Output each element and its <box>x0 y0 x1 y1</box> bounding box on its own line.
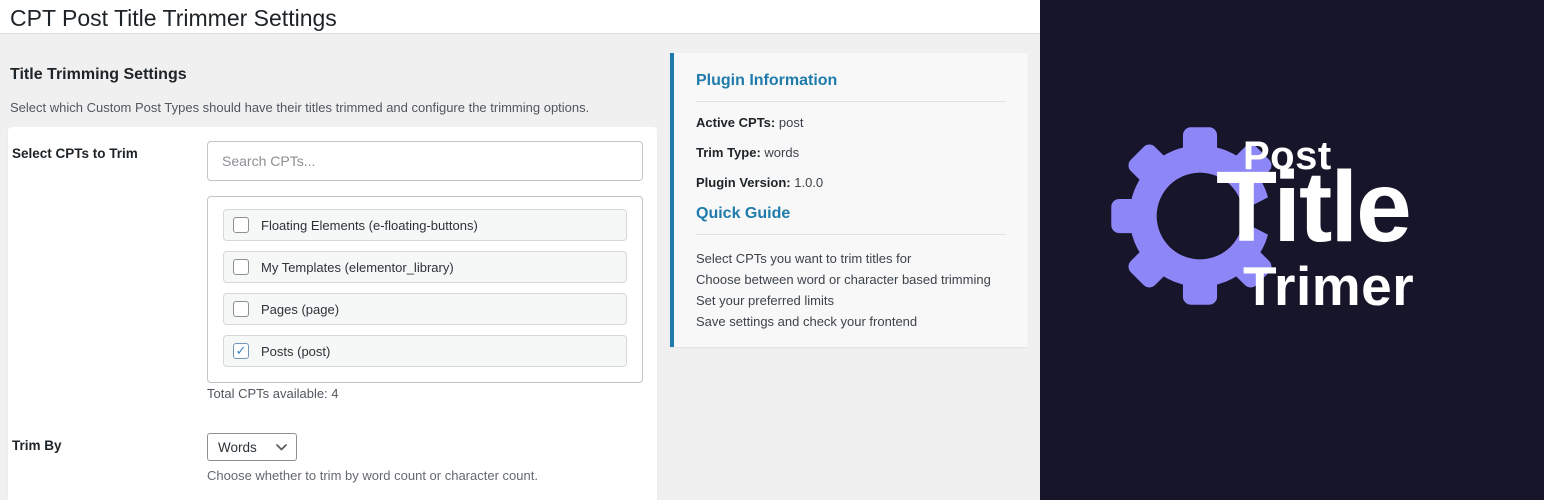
total-cpts-text: Total CPTs available: 4 <box>207 386 339 401</box>
section-description: Select which Custom Post Types should ha… <box>10 100 589 115</box>
plugin-info-sidebar: Plugin Information Active CPTs: post Tri… <box>670 53 1028 347</box>
info-item-active-cpts: Active CPTs: post <box>696 115 1006 130</box>
brand-panel: Post Title Trimer <box>1040 0 1544 500</box>
quick-guide-heading: Quick Guide <box>696 205 1006 223</box>
cpt-option-label: Posts (post) <box>261 344 330 359</box>
cpt-field-label: Select CPTs to Trim <box>12 146 202 161</box>
trim-by-description: Choose whether to trim by word count or … <box>207 468 538 483</box>
page-title: CPT Post Title Trimmer Settings <box>0 0 1040 32</box>
brand-word-trimer: Trimer <box>1243 259 1414 314</box>
guide-step: Select CPTs you want to trim titles for <box>696 248 1006 269</box>
trim-by-selected-value: Words <box>218 440 257 455</box>
cpt-option-posts[interactable]: Posts (post) <box>223 335 627 367</box>
checkbox-icon[interactable] <box>233 343 249 359</box>
chevron-down-icon <box>276 444 287 451</box>
section-heading: Title Trimming Settings <box>10 66 187 84</box>
guide-step: Set your preferred limits <box>696 290 1006 311</box>
admin-main-area: CPT Post Title Trimmer Settings Title Tr… <box>0 0 1040 500</box>
trim-by-select[interactable]: Words <box>207 433 297 461</box>
divider <box>696 101 1006 102</box>
checkbox-icon[interactable] <box>233 259 249 275</box>
cpt-option-floating-elements[interactable]: Floating Elements (e-floating-buttons) <box>223 209 627 241</box>
plugin-info-heading: Plugin Information <box>696 72 1006 90</box>
checkbox-icon[interactable] <box>233 301 249 317</box>
cpt-option-pages[interactable]: Pages (page) <box>223 293 627 325</box>
trim-by-label: Trim By <box>12 438 202 453</box>
guide-step: Save settings and check your frontend <box>696 311 1006 332</box>
settings-form-card: Select CPTs to Trim Floating Elements (e… <box>8 127 657 500</box>
info-item-plugin-version: Plugin Version: 1.0.0 <box>696 175 1006 190</box>
page-header: CPT Post Title Trimmer Settings <box>0 0 1040 34</box>
cpt-option-label: My Templates (elementor_library) <box>261 260 454 275</box>
brand-word-title: Title <box>1216 157 1410 257</box>
guide-step: Choose between word or character based t… <box>696 269 1006 290</box>
cpt-option-label: Floating Elements (e-floating-buttons) <box>261 218 478 233</box>
info-item-trim-type: Trim Type: words <box>696 145 1006 160</box>
cpt-option-my-templates[interactable]: My Templates (elementor_library) <box>223 251 627 283</box>
checkbox-icon[interactable] <box>233 217 249 233</box>
cpt-option-label: Pages (page) <box>261 302 339 317</box>
divider <box>696 234 1006 235</box>
cpt-search-input[interactable] <box>207 141 643 181</box>
cpt-list: Floating Elements (e-floating-buttons) M… <box>207 196 643 383</box>
